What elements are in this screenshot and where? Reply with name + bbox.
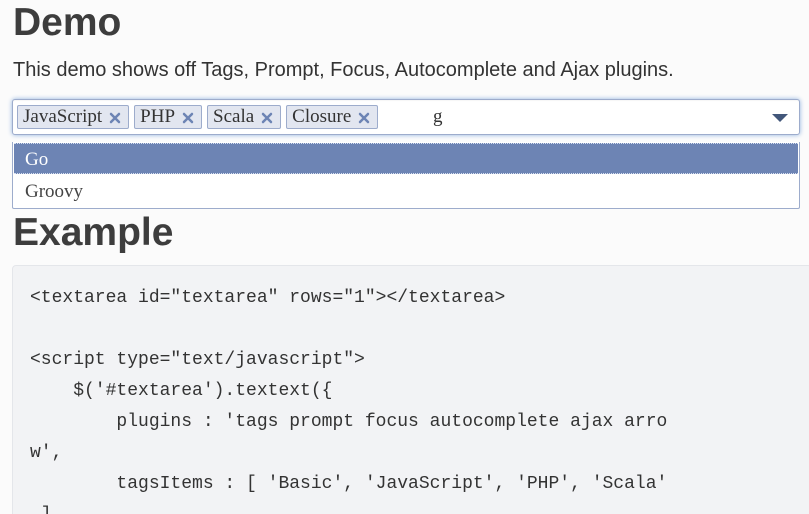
tag-text-input[interactable] [433,105,753,129]
close-icon[interactable] [356,110,372,126]
code-block: <textarea id="textarea" rows="1"></texta… [12,265,809,514]
tag-label: Closure [292,106,352,127]
close-icon[interactable] [107,110,123,126]
tag-javascript: JavaScript [17,105,130,129]
close-icon[interactable] [180,110,196,126]
tags-list: JavaScript PHP Scala Closure [17,105,379,129]
page-title: Demo [13,1,122,44]
code-line: <script type="text/javascript"> [30,350,365,370]
demo-page: Demo This demo shows off Tags, Prompt, F… [0,0,809,514]
close-icon[interactable] [259,110,275,126]
code-line: $('#textarea').textext({ [30,381,333,401]
tag-label: JavaScript [23,106,103,127]
tag-label: Scala [213,106,255,127]
tag-closure: Closure [286,105,379,129]
code-line: plugins : 'tags prompt focus autocomplet… [30,412,668,432]
triangle-down-icon[interactable] [771,111,789,123]
code-line: w', [30,443,63,463]
tag-input-box[interactable]: JavaScript PHP Scala Closure g [12,99,800,135]
suggestion-go[interactable]: Go [14,143,798,174]
tag-php: PHP [134,105,203,129]
tag-label: PHP [140,106,176,127]
page-description: This demo shows off Tags, Prompt, Focus,… [13,59,674,81]
autocomplete-dropdown: Go Groovy [12,142,800,209]
suggestion-groovy[interactable]: Groovy [14,176,798,207]
code-line: <textarea id="textarea" rows="1"></texta… [30,288,506,308]
code-line: tagsItems : [ 'Basic', 'JavaScript', 'PH… [30,474,668,494]
example-title: Example [13,211,174,254]
code-line: ], [30,500,63,514]
tag-scala: Scala [207,105,282,129]
